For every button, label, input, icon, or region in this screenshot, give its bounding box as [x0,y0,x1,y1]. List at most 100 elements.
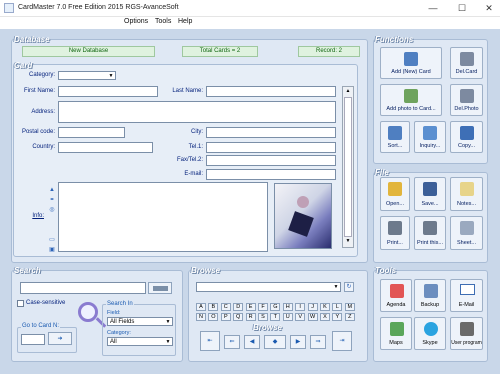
maps-button[interactable]: Maps [380,317,412,350]
globe-icon[interactable]: ◎ [48,205,56,215]
agenda-button[interactable]: Agenda [380,279,412,312]
search-input[interactable] [20,282,146,294]
postal-code-label: Postal code: [21,129,55,135]
print-this-button[interactable]: Print this... [414,216,446,250]
browse-select[interactable]: ▼ [196,282,341,292]
next-page-button[interactable]: ⇒ [310,335,326,349]
letter-button-m[interactable]: M [344,303,355,311]
goto-input[interactable] [21,334,45,345]
refresh-icon[interactable]: ↻ [344,282,354,292]
print-button[interactable]: Print... [380,216,410,250]
letter-button-n[interactable]: N [196,313,206,321]
tel-field[interactable] [206,142,336,153]
letter-button-o[interactable]: O [208,313,219,321]
letter-button-f[interactable]: F [258,303,268,311]
letter-button-x[interactable]: X [320,313,330,321]
link-icon[interactable]: ⚭ [48,195,56,205]
photo-figure [288,211,314,237]
copy-icon[interactable]: ▣ [48,245,56,255]
country-field[interactable] [58,142,153,153]
copy-button[interactable]: Copy... [450,121,483,153]
card-scrollbar[interactable]: ▲ ▼ [342,86,354,248]
delete-photo-button[interactable]: Del.Photo [450,84,483,116]
backup-button[interactable]: Backup [414,279,446,312]
add-photo-button[interactable]: Add photo to Card... [380,84,442,116]
notes-button[interactable]: Notes... [450,177,483,211]
case-sensitive-checkbox[interactable] [17,300,24,307]
letter-button-c[interactable]: C [220,303,231,311]
city-field[interactable] [206,127,336,138]
first-name-field[interactable] [58,86,158,97]
category-select[interactable]: ▼ [58,71,116,80]
delete-card-button[interactable]: Del.Card [450,47,483,79]
menu-tools[interactable]: Tools [155,18,171,25]
letter-button-z[interactable]: Z [344,313,355,321]
inquiry-icon [423,126,437,140]
letter-button-l[interactable]: L [332,303,343,311]
letter-button-t[interactable]: T [270,313,281,321]
letter-button-w[interactable]: W [307,313,318,321]
postal-code-field[interactable] [58,127,125,138]
letter-button-k[interactable]: K [320,303,330,311]
field-label: Field: [107,310,121,316]
letter-button-q[interactable]: Q [233,313,244,321]
user-program-button[interactable]: User program [450,317,483,350]
letter-button-i[interactable]: I [295,303,306,311]
save-button[interactable]: Save... [414,177,446,211]
inquiry-button[interactable]: Inquiry... [414,121,446,153]
letter-button-d[interactable]: D [233,303,244,311]
previous-button[interactable]: ◀ [244,335,260,349]
goto-button[interactable]: ➜ [48,332,72,345]
up-arrow-icon[interactable]: ▲ [48,185,56,195]
scroll-thumb[interactable] [344,97,352,237]
scroll-up-icon[interactable]: ▲ [344,88,352,96]
user-program-icon [460,322,474,336]
field-select[interactable]: All Fields ▼ [107,317,173,326]
functions-title: Functions [375,35,414,44]
page-icon[interactable]: ▭ [48,235,56,245]
category-search-select[interactable]: All ▼ [107,337,173,346]
letter-button-u[interactable]: U [282,313,293,321]
search-in-label: Search In [106,301,134,307]
sort-button[interactable]: Sort... [380,121,410,153]
fax-field[interactable] [206,155,336,166]
maximize-button[interactable]: ☐ [455,2,469,14]
open-button[interactable]: Open... [380,177,410,211]
email-field[interactable] [206,169,336,180]
info-label[interactable]: Info: [16,213,44,219]
letter-button-a[interactable]: A [196,303,206,311]
skype-button[interactable]: Skype [414,317,446,350]
last-name-field[interactable] [206,86,336,97]
info-field[interactable] [58,182,268,252]
letter-button-j[interactable]: J [307,303,318,311]
letter-button-v[interactable]: V [295,313,306,321]
email-button[interactable]: E-Mail [450,279,483,312]
search-go-button[interactable] [148,282,172,294]
first-record-button[interactable]: ⇤ [200,331,220,351]
add-card-button[interactable]: Add (New) Card [380,47,442,79]
scroll-down-icon[interactable]: ▼ [344,238,352,246]
folder-icon [388,182,402,196]
letter-button-e[interactable]: E [245,303,256,311]
previous-page-button[interactable]: ⇐ [224,335,240,349]
letter-button-s[interactable]: S [258,313,268,321]
last-record-button[interactable]: ⇥ [332,331,352,351]
letter-button-r[interactable]: R [245,313,256,321]
letter-button-h[interactable]: H [282,303,293,311]
letter-button-b[interactable]: B [208,303,219,311]
minimize-button[interactable]: — [426,2,440,14]
letter-button-y[interactable]: Y [332,313,343,321]
agenda-icon [390,284,404,298]
center-button[interactable]: ◆ [264,335,286,349]
menu-options[interactable]: Options [124,18,148,25]
sheet-button[interactable]: Sheet... [450,216,483,250]
close-button[interactable]: ✕ [482,2,496,14]
letter-button-p[interactable]: P [220,313,231,321]
letter-button-g[interactable]: G [270,303,281,311]
menu-help[interactable]: Help [178,18,192,25]
skype-icon [424,322,438,336]
next-button[interactable]: ▶ [290,335,306,349]
address-field[interactable] [58,101,336,123]
app-icon [4,3,14,13]
prev-icon: ◀ [249,339,255,345]
